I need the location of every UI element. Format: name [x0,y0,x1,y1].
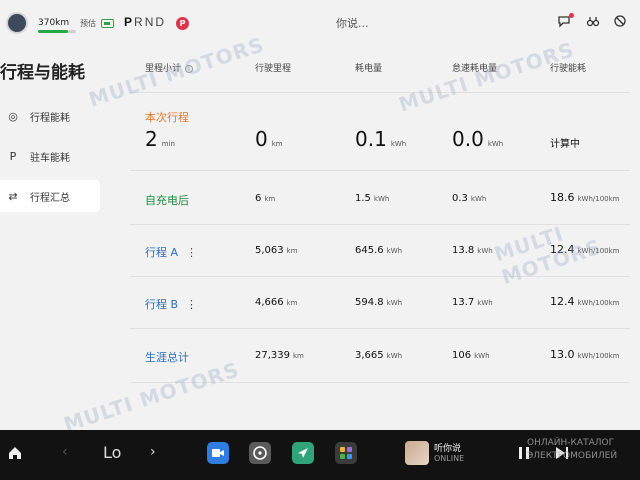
voice-assistant-prompt[interactable]: 你说... [336,15,369,31]
media-title: 听你说 [434,444,462,454]
row-mileage: 27,339 km [255,350,304,361]
trip-mileage: 0 km [255,127,283,151]
sidebar-item-trip-summary[interactable]: ⇄ 行程汇总 [0,180,100,212]
info-icon[interactable]: i [185,65,194,73]
watermark-tagline: ЭЛЕКТРОМОБИЛЕЙ [527,451,618,461]
row-efficiency: 12.4 kWh/100km [550,243,620,256]
page-title: 行程与能耗 [0,63,85,83]
row-mileage: 6 km [255,193,276,204]
row-idle: 106 kWh [452,350,490,361]
header-efficiency: 行驶能耗 [550,64,587,74]
trip-summary-table: 里程小计 i 行驶里程 耗电量 怠速耗电量 行驶能耗 本次行程 2 min 0 km … [130,55,630,383]
trip-consumption: 0.1 kWh [355,127,407,151]
table-row: 自充电后 6 km 1.5 kWh 0.3 kWh 18.6 kWh/100km [130,171,630,225]
sidebar-item-parking-consumption[interactable]: P 驻车能耗 [0,140,100,172]
sidebar-item-label: 驻车能耗 [30,152,70,164]
header-subtotal: 里程小计 i [145,61,194,74]
row-label: 行程 A ⋮ [145,246,198,259]
trip-duration: 2 min [145,127,175,151]
row-mileage: 5,063 km [255,245,298,256]
media-subtitle: ONLINE [434,454,465,463]
row-efficiency: 12.4 kWh/100km [550,295,620,308]
notification-dot [569,13,574,18]
range-bar [38,30,76,33]
more-icon[interactable]: ⋮ [186,298,197,311]
navigation-app-icon[interactable] [292,442,314,464]
row-consumption: 594.8 kWh [355,297,403,308]
temp-down-icon[interactable]: ‹ [62,444,68,460]
trip-idle: 0.0 kWh [452,127,504,151]
temperature-display[interactable]: Lo [103,443,121,462]
bottom-dock: ‹ Lo › 听你说 ONLINE ОНЛАЙН-КАТАЛОГ ЭЛЕКТРО… [0,430,640,480]
swap-icon: ⇄ [8,189,18,203]
battery-icon [101,19,114,28]
table-row: 行程 B ⋮ 4,666 km 594.8 kWh 13.7 kWh 12.4 kWh/1… [130,277,630,329]
header-idle: 怠速耗电量 [452,64,498,74]
more-icon[interactable]: ⋮ [186,246,197,259]
row-idle: 0.3 kWh [452,193,487,204]
gear-n: N [144,15,156,29]
steering-app-icon[interactable] [249,442,271,464]
estimate-label: 预估 [80,19,96,28]
video-call-app-icon[interactable] [207,442,229,464]
table-row: 生涯总计 27,339 km 3,665 kWh 106 kWh 13.0 kWh/10… [130,329,630,383]
gear-selector: PRND [124,15,166,29]
table-row-current-trip: 本次行程 2 min 0 km 0.1 kWh 0.0 kWh 计算中 [130,93,630,171]
header-consumption: 耗电量 [355,64,383,74]
gear-d: D [155,15,167,29]
row-label: 自充电后 [145,194,189,207]
header-mileage: 行驶里程 [255,64,292,74]
message-icon[interactable] [556,13,574,30]
row-consumption: 3,665 kWh [355,350,403,361]
trip-efficiency: 计算中 [550,139,580,150]
sidebar-item-label: 行程能耗 [30,112,70,124]
gear-r: R [134,15,145,29]
row-consumption: 1.5 kWh [355,193,390,204]
steering-wheel-icon: ◎ [8,109,18,123]
row-mileage: 4,666 km [255,297,298,308]
range-text: 370km [38,18,70,28]
row-efficiency: 18.6 kWh/100km [550,191,620,204]
parking-icon: P [9,149,17,163]
home-icon[interactable] [7,445,23,465]
sidebar-item-label: 行程汇总 [30,192,70,204]
row-label: 行程 B ⋮ [145,298,198,311]
watermark-tagline: ОНЛАЙН-КАТАЛОГ [527,438,615,448]
row-idle: 13.7 kWh [452,297,493,308]
row-consumption: 645.6 kWh [355,245,403,256]
row-idle: 13.8 kWh [452,245,493,256]
binoculars-icon[interactable] [585,14,601,30]
range-bar-fill [38,30,69,33]
no-signal-icon[interactable] [612,14,628,30]
row-label: 本次行程 [145,111,189,124]
row-efficiency: 13.0 kWh/100km [550,348,620,361]
sidebar: ◎ 行程能耗 P 驻车能耗 ⇄ 行程汇总 [0,100,100,220]
status-bar: 370km 预估 PRND P 你说... [0,0,640,44]
car-avatar[interactable] [6,12,28,34]
parking-brake-badge: P [176,17,189,30]
table-row: 行程 A ⋮ 5,063 km 645.6 kWh 13.8 kWh 12.4 kWh/1… [130,225,630,277]
row-label: 生涯总计 [145,351,189,364]
gear-p: P [124,15,135,29]
album-art[interactable] [405,441,429,465]
sidebar-item-trip-consumption[interactable]: ◎ 行程能耗 [0,100,100,132]
table-header: 里程小计 i 行驶里程 耗电量 怠速耗电量 行驶能耗 [130,55,630,93]
temp-up-icon[interactable]: › [150,444,156,460]
app-grid-icon[interactable] [335,442,357,464]
